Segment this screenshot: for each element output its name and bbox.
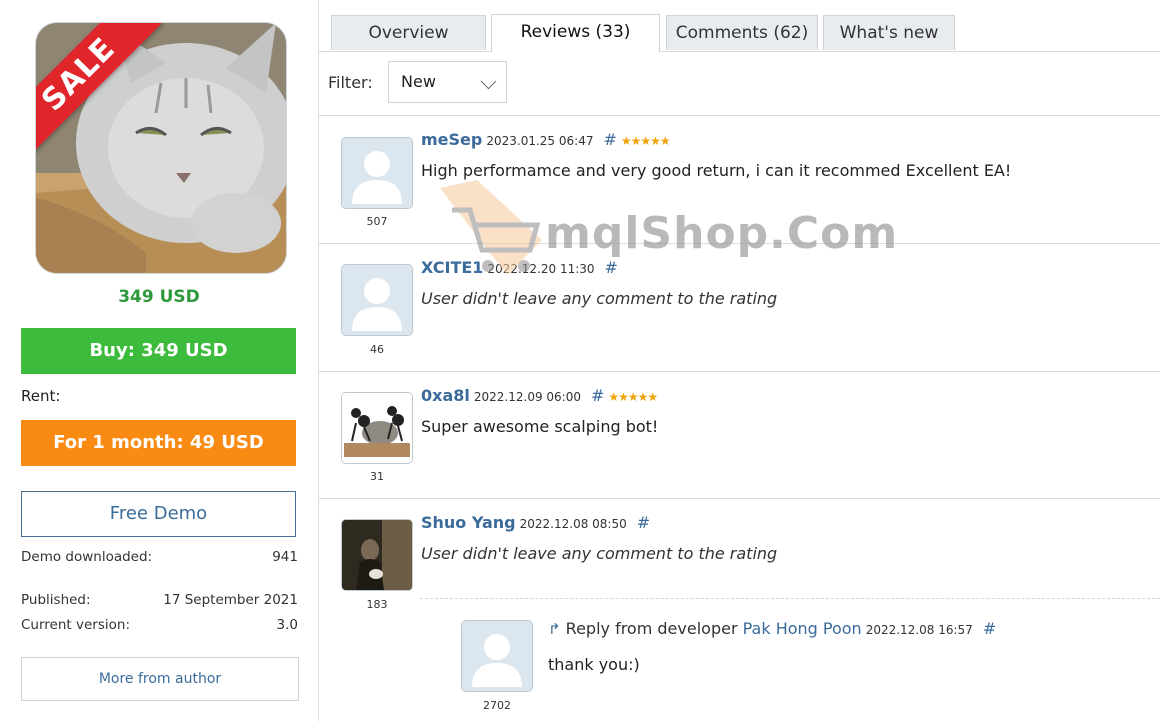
review-date: 2022.12.09 06:00 (473, 390, 581, 404)
filter-bar: Filter: New (319, 51, 1160, 116)
product-image[interactable]: SALE (35, 22, 287, 274)
version-row: Current version: 3.0 (21, 617, 298, 633)
reply-arrow-icon: ↱ (548, 620, 561, 638)
demo-downloaded-label: Demo downloaded: (21, 549, 153, 565)
developer-name[interactable]: Pak Hong Poon (743, 619, 862, 638)
rating-count: 2702 (483, 699, 511, 712)
review-permalink[interactable]: # (591, 386, 604, 405)
review-date: 2022.12.20 11:30 (487, 262, 595, 276)
published-label: Published: (21, 592, 91, 608)
person-photo-icon[interactable] (341, 519, 413, 591)
tab-whats-new[interactable]: What's new (823, 15, 955, 50)
rating-count: 46 (370, 343, 384, 356)
product-price: 349 USD (118, 287, 200, 307)
review-permalink[interactable]: # (603, 130, 616, 149)
tab-overview[interactable]: Overview (331, 15, 486, 50)
filter-select[interactable]: New (388, 61, 507, 103)
product-sidebar: SALE 349 USD Buy: 349 USD Rent: For 1 mo… (0, 0, 319, 721)
reply-prefix: Reply from developer (565, 619, 738, 638)
rating-count: 183 (366, 598, 388, 611)
default-user-icon[interactable] (341, 137, 413, 209)
rating-count: 31 (370, 470, 384, 483)
default-user-icon[interactable] (341, 264, 413, 336)
tab-comments[interactable]: Comments (62) (666, 15, 818, 50)
reply-divider (420, 598, 1160, 599)
reply-text: thank you:) (548, 655, 640, 674)
reviews-panel: Overview Reviews (33) Comments (62) What… (319, 0, 1160, 721)
reply-date: 2022.12.08 16:57 (865, 623, 973, 637)
ants-photo-icon[interactable] (341, 392, 413, 464)
review-permalink[interactable]: # (637, 513, 650, 532)
tab-bar: Overview Reviews (33) Comments (62) What… (319, 0, 1160, 52)
default-user-icon[interactable] (461, 620, 533, 692)
reviewer-name[interactable]: meSep (421, 130, 482, 149)
version-value: 3.0 (276, 617, 298, 633)
filter-selected-value: New (401, 72, 436, 91)
watermark-text: mqlShop.Com (545, 208, 899, 259)
review-text: High performamce and very good return, i… (421, 161, 1012, 180)
filter-label: Filter: (328, 73, 373, 92)
review-item: 46 XCITE1 2022.12.20 11:30 # User didn't l… (319, 244, 1160, 372)
chevron-down-icon (480, 73, 497, 90)
reviewer-name[interactable]: 0xa8l (421, 386, 470, 405)
more-from-author-button[interactable]: More from author (21, 657, 299, 701)
rating-count: 507 (366, 215, 388, 228)
review-item: 31 0xa8l 2022.12.09 06:00 # ★★★★★ Super awe… (319, 372, 1160, 499)
review-item: 183 Shuo Yang 2022.12.08 08:50 # User didn… (319, 499, 1160, 721)
buy-button[interactable]: Buy: 349 USD (21, 328, 296, 374)
reply-permalink[interactable]: # (983, 619, 996, 638)
demo-downloaded-value: 941 (272, 549, 298, 565)
review-date: 2023.01.25 06:47 (486, 134, 594, 148)
tab-reviews[interactable]: Reviews (33) (491, 14, 660, 52)
review-permalink[interactable]: # (605, 258, 618, 277)
published-row: Published: 17 September 2021 (21, 592, 298, 608)
review-text: User didn't leave any comment to the rat… (421, 544, 778, 563)
reviewer-name[interactable]: Shuo Yang (421, 513, 516, 532)
reviewer-name[interactable]: XCITE1 (421, 258, 483, 277)
rating-stars-icon: ★★★★★ (620, 134, 671, 148)
rent-1-month-button[interactable]: For 1 month: 49 USD (21, 420, 296, 466)
review-date: 2022.12.08 08:50 (519, 517, 627, 531)
review-text: User didn't leave any comment to the rat… (421, 289, 778, 308)
rent-label: Rent: (21, 387, 61, 405)
rating-stars-icon: ★★★★★ (608, 390, 658, 404)
free-demo-button[interactable]: Free Demo (21, 491, 296, 537)
version-label: Current version: (21, 617, 130, 633)
review-text: Super awesome scalping bot! (421, 417, 659, 436)
published-value: 17 September 2021 (163, 592, 298, 608)
demo-downloaded-row: Demo downloaded: 941 (21, 549, 298, 565)
